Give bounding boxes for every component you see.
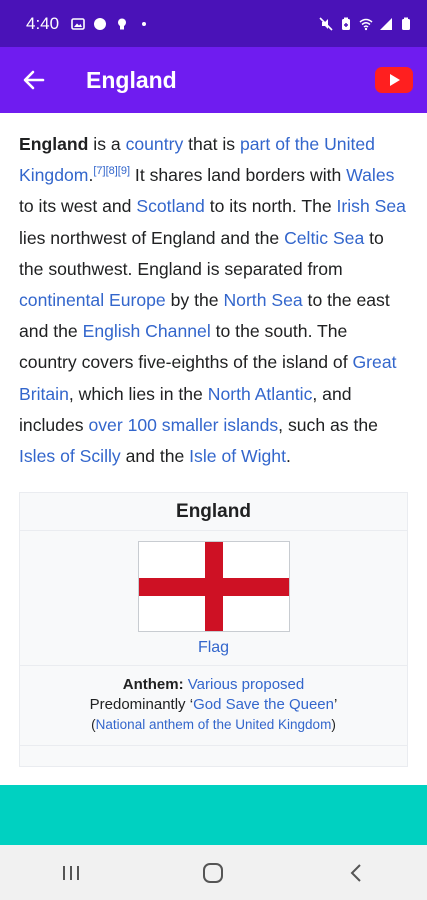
banner-area[interactable] (0, 785, 427, 845)
wifi-icon (359, 18, 373, 30)
infobox: England Flag Anthem: Various proposed Pr… (19, 492, 408, 768)
dot-icon (142, 21, 147, 26)
home-button[interactable] (183, 845, 243, 900)
article-text: is a (88, 134, 126, 154)
mute-icon (319, 16, 333, 31)
article-content: England is a country that is part of the… (0, 113, 427, 785)
national-anthem-uk-link[interactable]: National anthem of the United Kingdom (96, 717, 332, 732)
link-celtic-sea[interactable]: Celtic Sea (284, 228, 364, 248)
recent-apps-icon (63, 865, 80, 880)
flag-of-england-image[interactable] (137, 541, 290, 633)
app-bar: England (0, 47, 427, 113)
youtube-play-icon (390, 74, 400, 86)
chevron-left-icon (350, 863, 361, 882)
article-subject: England (19, 134, 89, 154)
flag-caption-link[interactable]: Flag (20, 639, 407, 657)
youtube-button[interactable] (375, 67, 413, 93)
battery-icon (402, 17, 410, 30)
link-irish-sea[interactable]: Irish Sea (337, 196, 406, 216)
back-arrow-icon (23, 70, 45, 90)
page-title: England (86, 66, 177, 93)
system-nav-bar (0, 845, 427, 900)
link-smaller-islands[interactable]: over 100 smaller islands (88, 415, 278, 435)
article-text: , such as the (278, 414, 378, 435)
article-text: by the (165, 290, 224, 311)
circle-icon (94, 17, 107, 30)
article-text: to its west and (19, 196, 137, 217)
infobox-anthem: Anthem: Various proposed Predominantly ‘… (20, 666, 407, 747)
anthem-label: Anthem: (122, 676, 184, 694)
status-bar: 4:40 (0, 0, 427, 47)
infobox-title: England (20, 493, 407, 532)
system-back-button[interactable] (326, 845, 386, 900)
article-intro: England is a country that is part of the… (19, 129, 408, 472)
image-icon (71, 17, 85, 30)
recent-apps-button[interactable] (41, 845, 101, 900)
article-text: , which lies in the (68, 383, 208, 404)
battery-saver-icon (342, 17, 350, 30)
article-text: It shares land borders with (130, 165, 347, 186)
article-text: lies northwest of England and the (19, 227, 285, 248)
link-english-channel[interactable]: English Channel (83, 321, 211, 341)
reference-link[interactable]: [7][8][9] (93, 165, 130, 177)
link-continental-europe[interactable]: continental Europe (19, 290, 166, 310)
link-north-sea[interactable]: North Sea (223, 290, 302, 310)
article-text: that is (183, 134, 240, 154)
status-time: 4:40 (26, 13, 60, 33)
infobox-flag-cell: Flag (20, 531, 407, 667)
signal-icon (380, 17, 392, 30)
article-text: . (285, 446, 291, 467)
bulb-icon (118, 18, 127, 29)
link-country[interactable]: country (126, 134, 184, 154)
link-isles-of-scilly[interactable]: Isles of Scilly (19, 446, 121, 466)
anthem-link[interactable]: Various proposed (188, 676, 304, 693)
predominantly-text: Predominantly (89, 696, 190, 714)
link-isle-of-wight[interactable]: Isle of Wight (189, 446, 286, 466)
home-icon (203, 862, 224, 883)
back-button[interactable] (4, 47, 64, 113)
article-text: to its north. The (204, 196, 337, 217)
infobox-next-row (20, 746, 407, 766)
link-wales[interactable]: Wales (346, 165, 394, 185)
link-north-atlantic[interactable]: North Atlantic (208, 384, 313, 404)
article-text: and the (120, 446, 190, 467)
link-scotland[interactable]: Scotland (136, 196, 204, 216)
god-save-the-queen-link[interactable]: God Save the Queen (193, 696, 334, 713)
